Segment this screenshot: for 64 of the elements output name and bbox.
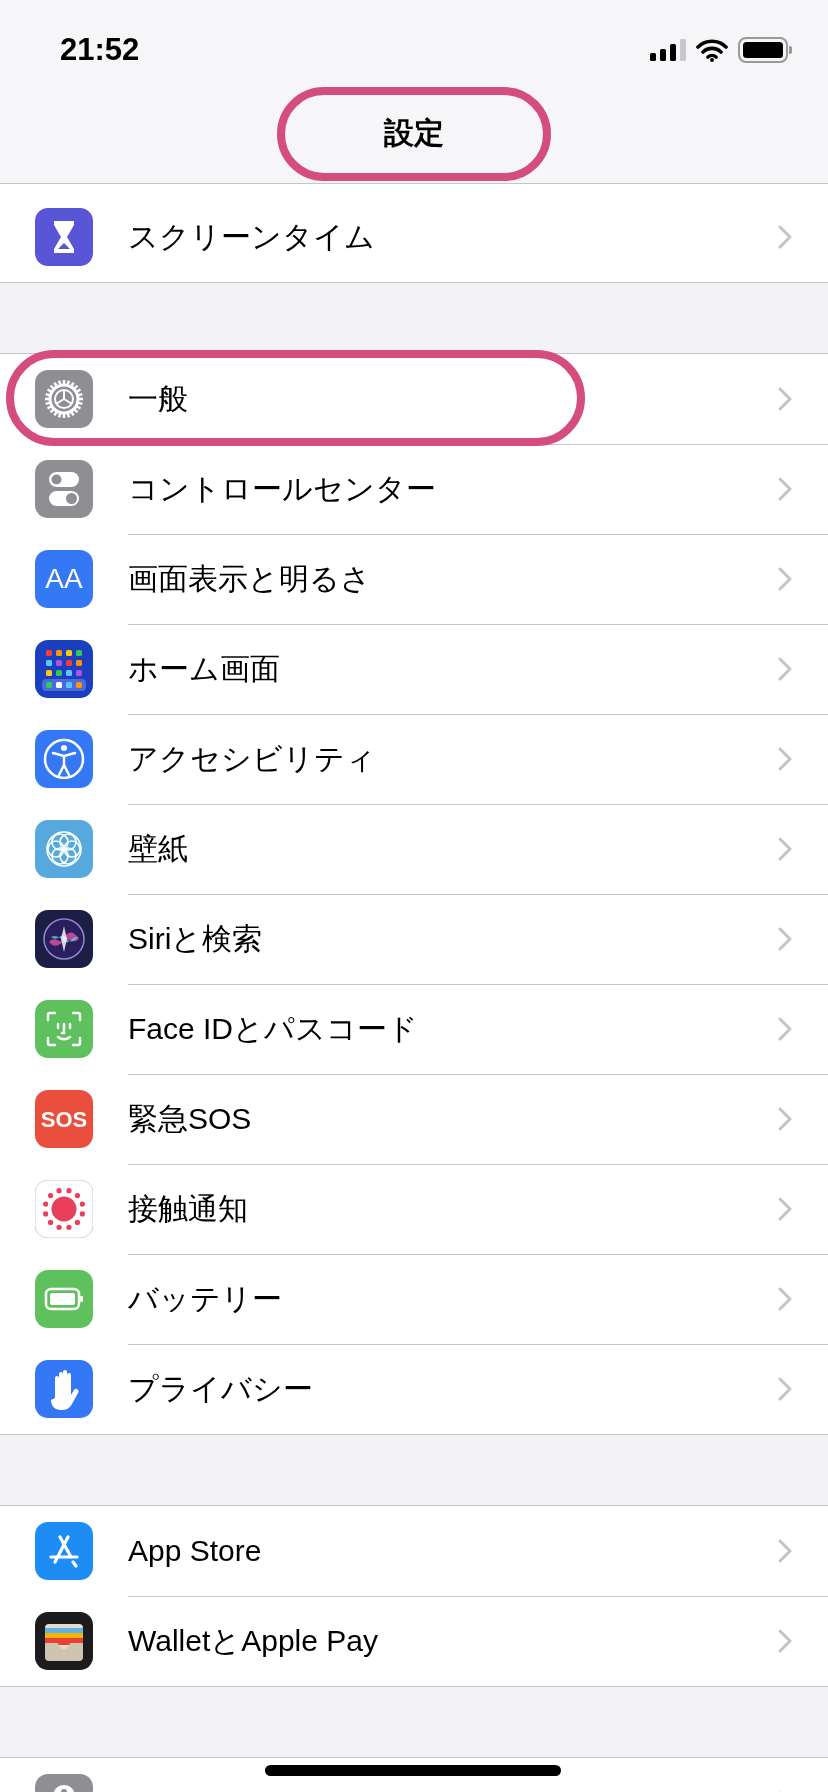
flower-icon <box>35 820 93 878</box>
signal-icon <box>650 39 686 61</box>
chevron-icon <box>778 1287 792 1311</box>
chevron-icon <box>778 1377 792 1401</box>
hand-icon <box>35 1360 93 1418</box>
app-grid-icon <box>35 640 93 698</box>
row-label: Face IDとパスコード <box>128 1014 419 1044</box>
settings-row[interactable]: 画面表示と明るさ <box>128 534 828 624</box>
chevron-icon <box>778 387 792 411</box>
exposure-dots-icon <box>35 1180 93 1238</box>
row-label: 一般 <box>128 384 188 414</box>
face-id-icon <box>35 1000 93 1058</box>
row-label: ホーム画面 <box>128 654 280 684</box>
accessibility-icon <box>35 730 93 788</box>
settings-row[interactable]: 一般 <box>128 354 828 444</box>
row-label: スクリーンタイム <box>128 222 375 252</box>
chevron-icon <box>778 927 792 951</box>
row-label: プライバシー <box>128 1374 313 1404</box>
app-store-icon <box>35 1522 93 1580</box>
chevron-icon <box>778 837 792 861</box>
chevron-icon <box>778 477 792 501</box>
settings-row[interactable]: Siriと検索 <box>128 894 828 984</box>
settings-row[interactable]: ホーム画面 <box>128 624 828 714</box>
chevron-icon <box>778 1017 792 1041</box>
row-label: 画面表示と明るさ <box>128 564 371 594</box>
row-label: 壁紙 <box>128 834 188 864</box>
row-label: コントロールセンター <box>128 474 436 504</box>
settings-row[interactable]: App Store <box>128 1506 828 1596</box>
wallet-icon <box>35 1612 93 1670</box>
chevron-icon <box>778 1539 792 1563</box>
settings-row[interactable]: プライバシー <box>128 1344 828 1434</box>
settings-row[interactable]: WalletとApple Pay <box>128 1596 828 1686</box>
row-label: 接触通知 <box>128 1194 248 1224</box>
row-label: Siriと検索 <box>128 924 263 954</box>
wifi-icon <box>696 38 728 62</box>
hourglass-icon <box>35 208 93 266</box>
settings-row[interactable]: 緊急SOS <box>128 1074 828 1164</box>
settings-row[interactable]: 接触通知 <box>128 1164 828 1254</box>
row-label: 緊急SOS <box>128 1104 252 1134</box>
chevron-icon <box>778 567 792 591</box>
siri-orb-icon <box>35 910 93 968</box>
settings-row[interactable]: バッテリー <box>128 1254 828 1344</box>
row-label: App Store <box>128 1536 262 1566</box>
settings-row[interactable]: アクセシビリティ <box>128 714 828 804</box>
page-title: 設定 <box>384 115 444 151</box>
clock-time: 21:52 <box>60 30 140 69</box>
settings-row[interactable]: Face IDとパスコード <box>128 984 828 1074</box>
toggles-icon <box>35 460 93 518</box>
battery-icon <box>35 1270 93 1328</box>
settings-row[interactable]: コントロールセンター <box>128 444 828 534</box>
row-label: WalletとApple Pay <box>128 1626 378 1656</box>
text-size-icon: AA <box>35 550 93 608</box>
chevron-icon <box>778 657 792 681</box>
chevron-icon <box>778 1107 792 1131</box>
chevron-icon <box>778 1197 792 1221</box>
chevron-icon <box>778 747 792 771</box>
chevron-icon <box>778 1629 792 1653</box>
settings-icon <box>35 370 93 428</box>
row-label: アクセシビリティ <box>128 744 376 774</box>
row-label: バッテリー <box>128 1284 282 1314</box>
settings-row[interactable]: 壁紙 <box>128 804 828 894</box>
sos-icon: SOS <box>35 1090 93 1148</box>
battery-status-icon <box>738 37 792 63</box>
chevron-icon <box>778 225 792 249</box>
